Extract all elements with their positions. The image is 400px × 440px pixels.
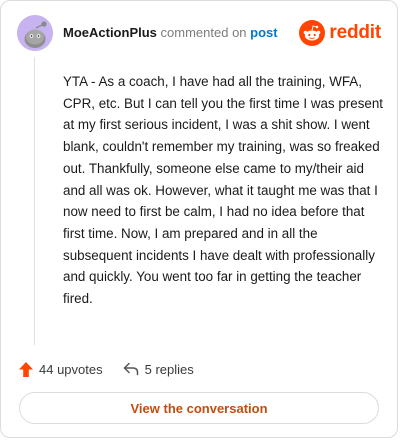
replies-count: 5 replies [144, 361, 194, 377]
reply-arrow-icon [123, 362, 138, 376]
reddit-brand[interactable]: reddit [299, 19, 381, 47]
avatar[interactable] [17, 15, 53, 51]
comment-body: YTA - As a coach, I have had all the tra… [63, 74, 384, 307]
reddit-wordmark: reddit [329, 22, 381, 43]
comment-header: MoeActionPlus commented on post reddit [17, 15, 381, 51]
comment-actions: 44 upvotes 5 replies [19, 359, 379, 379]
username[interactable]: MoeActionPlus [63, 25, 157, 40]
upvote-button[interactable]: 44 upvotes [19, 361, 103, 377]
view-conversation-button[interactable]: View the conversation [19, 392, 379, 424]
comment-card: MoeActionPlus commented on post reddit Y… [0, 0, 398, 438]
upvote-count: 44 upvotes [39, 361, 103, 377]
commented-on-label: commented on [160, 25, 247, 40]
snoo-avatar-icon [17, 15, 53, 51]
thread-line [34, 57, 35, 345]
post-link[interactable]: post [250, 25, 277, 40]
reddit-logo-icon [299, 20, 326, 46]
replies-button[interactable]: 5 replies [123, 362, 194, 377]
comment-meta: MoeActionPlus commented on post [63, 25, 278, 41]
upvote-arrow-icon [19, 361, 33, 377]
